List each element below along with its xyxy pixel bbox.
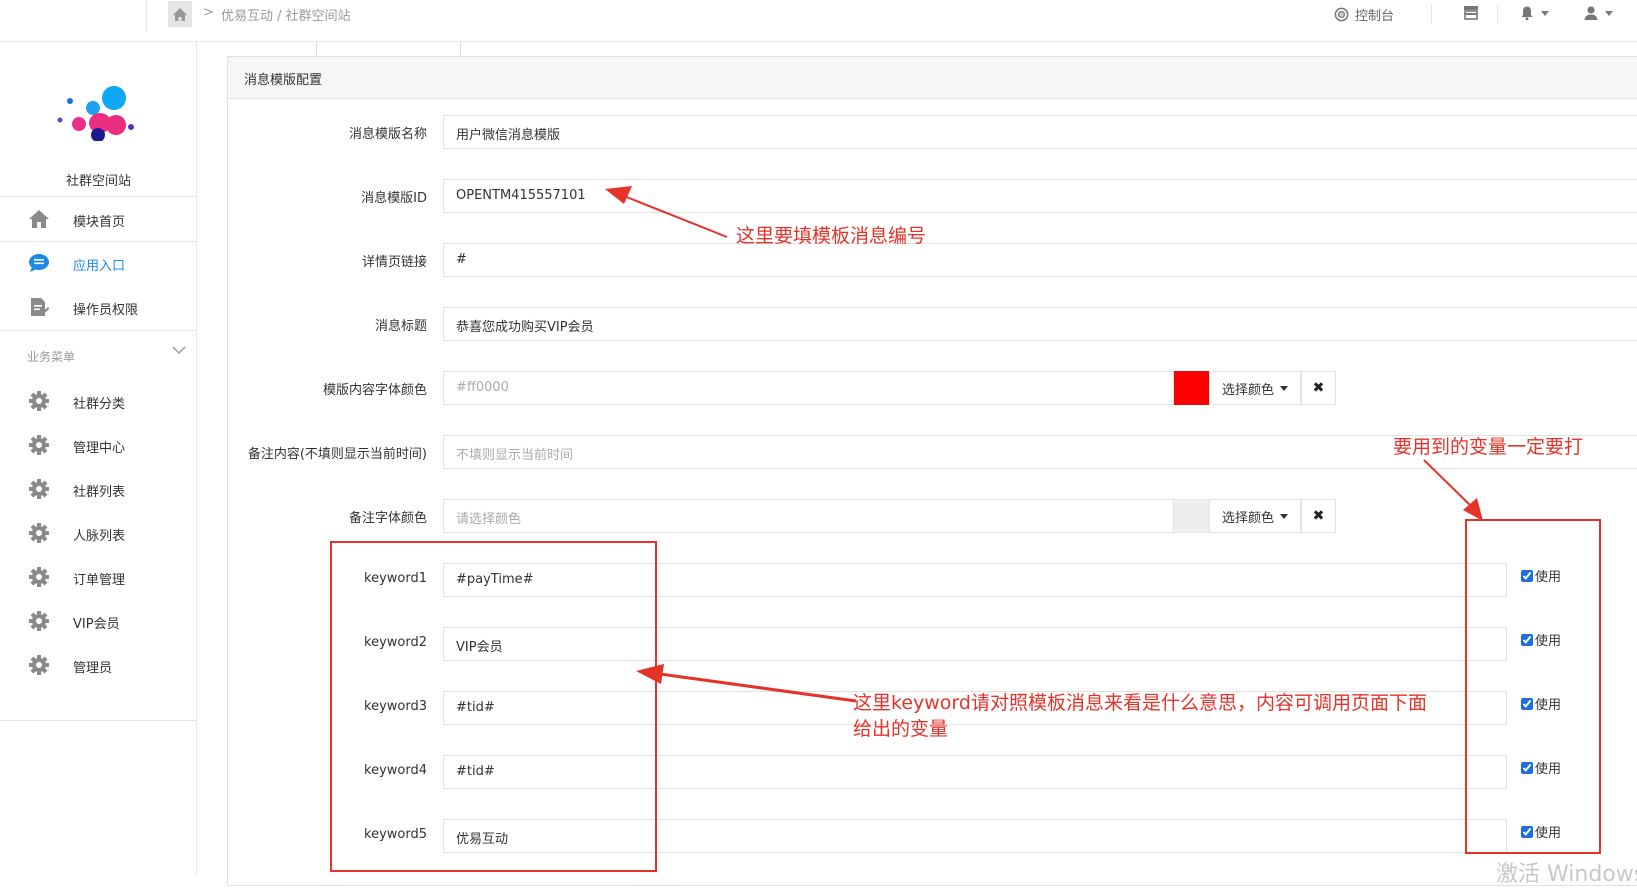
edit-doc-icon [31, 298, 50, 316]
breadcrumb-separator: > [203, 5, 214, 20]
tab-stub[interactable] [316, 42, 461, 56]
annotation-template-id: 这里要填模板消息编号 [736, 225, 927, 247]
panel-title: 消息模版配置 [244, 73, 323, 88]
bell-icon [1521, 6, 1533, 21]
remark-color-swatch [1174, 499, 1209, 533]
divider [146, 0, 147, 32]
gear-icon [29, 611, 49, 631]
brand-name: 社群空间站 [65, 174, 131, 189]
home-icon [29, 210, 49, 228]
sidebar-item-contacts-list[interactable]: 人脉列表 [0, 511, 197, 555]
sidebar-item-vip-members[interactable]: VIP会员 [0, 599, 197, 643]
gear-icon [29, 567, 49, 587]
content-color-label: 模版内容字体颜色 [322, 383, 427, 398]
sidebar-item-label: 社群分类 [73, 397, 126, 412]
sidebar-item-label: 管理员 [73, 661, 113, 676]
message-title-label: 消息标题 [374, 319, 427, 334]
menu-group-title[interactable]: 业务菜单 [27, 348, 75, 365]
sidebar-item-operator-permissions[interactable]: 操作员权限 [0, 285, 197, 329]
content-color-swatch [1174, 371, 1209, 405]
breadcrumb[interactable]: 优易互动 / 社群空间站 [221, 5, 351, 24]
chevron-down-icon [1280, 513, 1288, 519]
gear-icon [29, 435, 49, 455]
divider [1431, 4, 1432, 24]
sidebar-item-label: 管理中心 [73, 441, 126, 456]
console-label: 控制台 [1355, 9, 1395, 24]
top-bar: > 优易互动 / 社群空间站 控制台 [0, 0, 1637, 42]
sidebar-item-label: 社群列表 [73, 485, 126, 500]
sidebar-item-label: 应用入口 [73, 259, 126, 274]
sidebar: 社群空间站 模块首页 应用入口 操作员权限 业务菜单 社群分类 管理中心 社群列… [0, 42, 197, 874]
sidebar-item-module-home[interactable]: 模块首页 [0, 197, 197, 241]
sidebar-item-group-list[interactable]: 社群列表 [0, 467, 197, 511]
annotation-keyword-line1: 这里keyword请对照模板消息来看是什么意思，内容可调用页面下面 [853, 692, 1427, 714]
annotation-use-checkbox: 要用到的变量一定要打 [1393, 436, 1584, 458]
console-link[interactable]: 控制台 [1334, 5, 1394, 24]
user-menu-button[interactable] [1583, 5, 1613, 21]
detail-link-label: 详情页链接 [361, 255, 427, 270]
home-icon [173, 7, 187, 21]
sidebar-item-label: VIP会员 [73, 617, 120, 632]
target-icon [1334, 7, 1349, 22]
sidebar-item-label: 操作员权限 [73, 303, 139, 318]
gear-icon [29, 523, 49, 543]
chevron-down-icon [1541, 10, 1549, 16]
store-icon [1464, 6, 1478, 20]
chevron-down-icon [1605, 10, 1613, 16]
message-title-input[interactable]: 恭喜您成功购买VIP会员 [443, 307, 1637, 341]
divider [0, 330, 197, 331]
remark-label: 备注内容(不填则显示当前时间) [247, 447, 427, 462]
remark-color-picker-button[interactable]: 选择颜色 [1209, 499, 1301, 533]
brand-logo [57, 86, 134, 141]
picker-label: 选择颜色 [1221, 382, 1274, 398]
chevron-down-icon[interactable] [172, 345, 186, 355]
chat-icon [29, 254, 49, 272]
template-id-label: 消息模版ID [361, 191, 427, 206]
divider [0, 720, 197, 721]
sidebar-item-administrators[interactable]: 管理员 [0, 643, 197, 687]
sidebar-item-group-category[interactable]: 社群分类 [0, 379, 197, 423]
template-id-input[interactable]: OPENTM415557101 [443, 179, 1637, 213]
divider [1497, 4, 1498, 24]
sidebar-item-app-entry[interactable]: 应用入口 [0, 241, 197, 285]
notifications-button[interactable] [1519, 5, 1549, 21]
content-color-clear-button[interactable]: ✖ [1301, 371, 1336, 405]
remark-color-label: 备注字体颜色 [348, 511, 427, 526]
windows-activation-watermark: 激活 Windows [1496, 862, 1637, 887]
annotation-keyword-line2: 给出的变量 [853, 718, 949, 740]
keyword-highlight-box [330, 541, 657, 872]
sidebar-item-label: 订单管理 [73, 573, 126, 588]
gear-icon [29, 391, 49, 411]
home-button[interactable] [168, 1, 192, 27]
picker-label: 选择颜色 [1221, 510, 1274, 526]
sidebar-item-order-management[interactable]: 订单管理 [0, 555, 197, 599]
chevron-down-icon [1280, 385, 1288, 391]
template-name-label: 消息模版名称 [348, 127, 427, 142]
sidebar-item-label: 人脉列表 [73, 529, 126, 544]
gear-icon [29, 479, 49, 499]
user-icon [1584, 6, 1598, 20]
remark-color-clear-button[interactable]: ✖ [1301, 499, 1336, 533]
use-checkbox-highlight-box [1465, 519, 1601, 854]
store-button[interactable] [1463, 5, 1479, 20]
content-color-input[interactable]: #ff0000 [443, 371, 1174, 405]
sidebar-item-label: 模块首页 [73, 215, 126, 230]
template-name-input[interactable]: 用户微信消息模版 [443, 115, 1637, 149]
detail-link-input[interactable]: # [443, 243, 1637, 277]
panel-header: 消息模版配置 [228, 57, 1637, 99]
remark-color-input[interactable]: 请选择颜色 [443, 499, 1174, 533]
content-color-picker-button[interactable]: 选择颜色 [1209, 371, 1301, 405]
gear-icon [29, 655, 49, 675]
sidebar-item-management-center[interactable]: 管理中心 [0, 423, 197, 467]
